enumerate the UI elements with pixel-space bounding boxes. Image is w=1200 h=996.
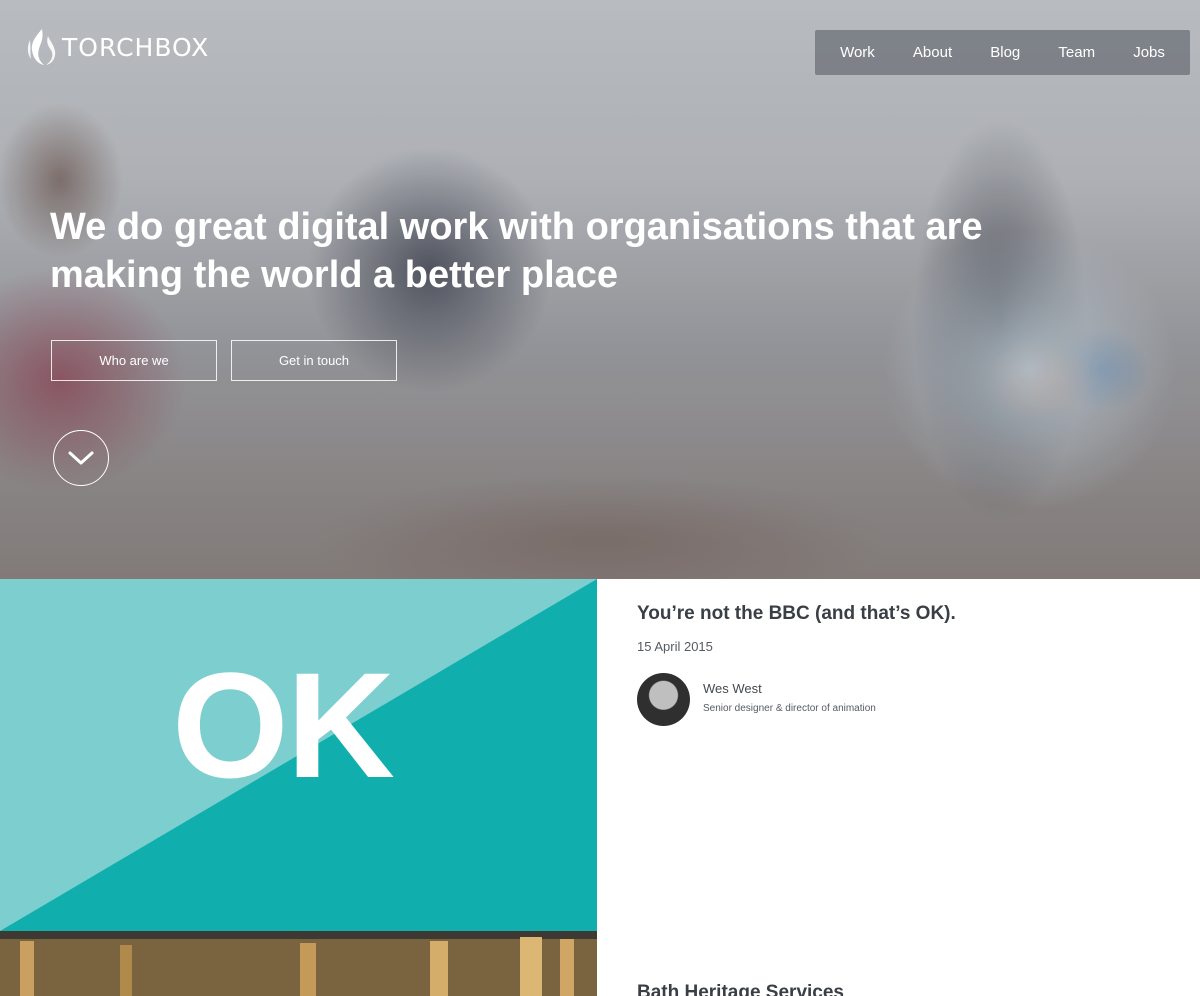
main-nav: Work About Blog Team Jobs	[815, 30, 1190, 75]
hero-section: TORCHBOX Work About Blog Team Jobs We do…	[0, 0, 1200, 579]
building-photo	[0, 931, 597, 996]
avatar	[637, 673, 690, 726]
article-date: 15 April 2015	[637, 639, 713, 654]
article-title[interactable]: You’re not the BBC (and that’s OK).	[637, 603, 1177, 625]
nav-item-blog[interactable]: Blog	[990, 44, 1020, 61]
chevron-down-icon	[68, 451, 94, 465]
featured-article: You’re not the BBC (and that’s OK). 15 A…	[637, 603, 1177, 654]
who-are-we-button[interactable]: Who are we	[51, 340, 217, 381]
flame-logo-icon	[26, 28, 56, 66]
bath-heritage-image[interactable]	[0, 931, 597, 996]
nav-item-team[interactable]: Team	[1058, 44, 1095, 61]
nav-item-about[interactable]: About	[913, 44, 952, 61]
nav-item-jobs[interactable]: Jobs	[1133, 44, 1165, 61]
logo[interactable]: TORCHBOX	[26, 28, 209, 66]
next-article-title[interactable]: Bath Heritage Services	[637, 982, 844, 996]
logo-text: TORCHBOX	[62, 32, 210, 62]
get-in-touch-button[interactable]: Get in touch	[231, 340, 397, 381]
author-role: Senior designer & director of animation	[703, 703, 876, 714]
hero-title: We do great digital work with organisati…	[50, 206, 983, 296]
nav-item-work[interactable]: Work	[840, 44, 875, 61]
scroll-down-button[interactable]	[53, 430, 109, 486]
author-name: Wes West	[703, 681, 762, 696]
ok-tile-text: OK	[172, 641, 395, 809]
author-block: Wes West Senior designer & director of a…	[637, 673, 876, 726]
